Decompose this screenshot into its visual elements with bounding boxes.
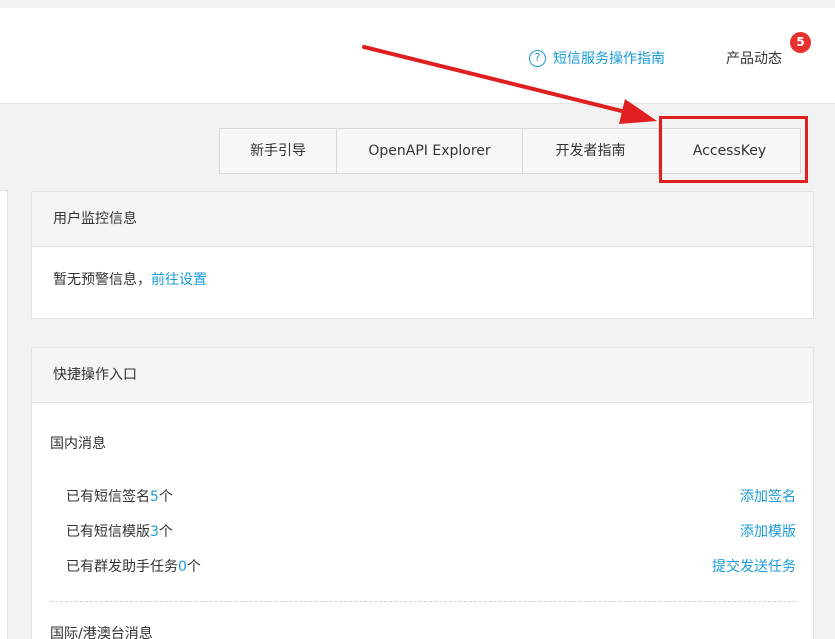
developer-guide-button[interactable]: 开发者指南 (522, 128, 659, 174)
go-settings-link[interactable]: 前往设置 (151, 272, 207, 288)
sms-guide-link[interactable]: ? 短信服务操作指南 (529, 48, 665, 68)
signature-count-label: 已有短信签名5个 (66, 489, 173, 505)
monitor-card-title: 用户监控信息 (32, 192, 813, 247)
left-panel-edge (0, 190, 8, 639)
template-count[interactable]: 3 (150, 524, 159, 540)
top-header-bar: ? 短信服务操作指南 产品动态 (0, 8, 835, 104)
template-row: 已有短信模版3个 添加模版 (66, 521, 796, 543)
no-alert-text: 暂无预警信息， (53, 272, 151, 288)
add-signature-link[interactable]: 添加签名 (740, 486, 796, 506)
section-divider (50, 601, 796, 602)
toolbar-button-group: 新手引导 OpenAPI Explorer 开发者指南 AccessKey (219, 128, 801, 174)
product-news-link[interactable]: 产品动态 (726, 48, 782, 68)
user-monitor-card: 用户监控信息 暂无预警信息，前往设置 (31, 191, 814, 319)
quick-actions-card: 快捷操作入口 国内消息 已有短信签名5个 添加签名 已有短信模版3个 添加模版 … (31, 347, 814, 639)
openapi-explorer-button[interactable]: OpenAPI Explorer (336, 128, 523, 174)
sms-guide-label: 短信服务操作指南 (553, 51, 665, 67)
signature-row: 已有短信签名5个 添加签名 (66, 486, 796, 508)
add-template-link[interactable]: 添加模版 (740, 521, 796, 541)
bulk-task-row: 已有群发助手任务0个 提交发送任务 (66, 556, 796, 578)
domestic-section-title: 国内消息 (50, 436, 106, 452)
notification-badge: 5 (790, 32, 811, 53)
help-circle-icon: ? (529, 49, 546, 67)
newbie-guide-button[interactable]: 新手引导 (219, 128, 337, 174)
template-count-label: 已有短信模版3个 (66, 524, 173, 540)
bulk-task-count[interactable]: 0 (178, 559, 187, 575)
signature-count[interactable]: 5 (150, 489, 159, 505)
intl-section-title: 国际/港澳台消息 (50, 626, 153, 639)
monitor-message: 暂无预警信息，前往设置 (32, 247, 813, 289)
accesskey-button[interactable]: AccessKey (658, 128, 801, 174)
bulk-task-count-label: 已有群发助手任务0个 (66, 559, 201, 575)
submit-send-task-link[interactable]: 提交发送任务 (712, 556, 796, 576)
quick-card-title: 快捷操作入口 (32, 348, 813, 403)
